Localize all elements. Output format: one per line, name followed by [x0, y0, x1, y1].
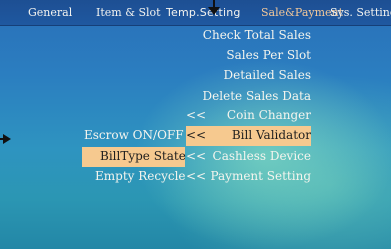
- tab-item-slot[interactable]: Item & Slot: [96, 6, 161, 19]
- pointer-arrow-down-icon: [208, 7, 220, 15]
- submenu-escrow[interactable]: Escrow ON/OFF: [84, 127, 184, 144]
- tab-sys-setting[interactable]: Sys. Setting: [330, 6, 391, 19]
- tab-bar: General Item & Slot Temp.Setting Sale&Pa…: [0, 0, 391, 26]
- menu-bill-validator[interactable]: Bill Validator: [232, 127, 311, 144]
- menu-sales-per-slot[interactable]: Sales Per Slot: [226, 47, 311, 64]
- tab-temp-setting[interactable]: Temp.Setting: [166, 6, 241, 19]
- tab-general[interactable]: General: [28, 6, 72, 19]
- arrow-payment-setting: <<: [186, 169, 207, 183]
- menu-cashless-device[interactable]: Cashless Device: [213, 148, 311, 165]
- submenu-empty-recycle[interactable]: Empty Recycle: [95, 168, 186, 185]
- arrow-cashless-device: <<: [186, 149, 207, 163]
- menu-payment-setting[interactable]: Payment Setting: [210, 168, 311, 185]
- submenu-billtype-state[interactable]: BillType State: [100, 148, 186, 165]
- arrow-coin-changer: <<: [186, 108, 207, 122]
- arrow-bill-validator: <<: [186, 128, 207, 142]
- menu-coin-changer[interactable]: Coin Changer: [227, 107, 311, 124]
- pointer-arrow-right-icon: [3, 134, 11, 144]
- vending-settings-screen: General Item & Slot Temp.Setting Sale&Pa…: [0, 0, 391, 249]
- menu-detailed-sales[interactable]: Detailed Sales: [224, 67, 311, 84]
- menu-delete-sales-data[interactable]: Delete Sales Data: [203, 88, 311, 105]
- menu-check-total-sales[interactable]: Check Total Sales: [203, 27, 311, 44]
